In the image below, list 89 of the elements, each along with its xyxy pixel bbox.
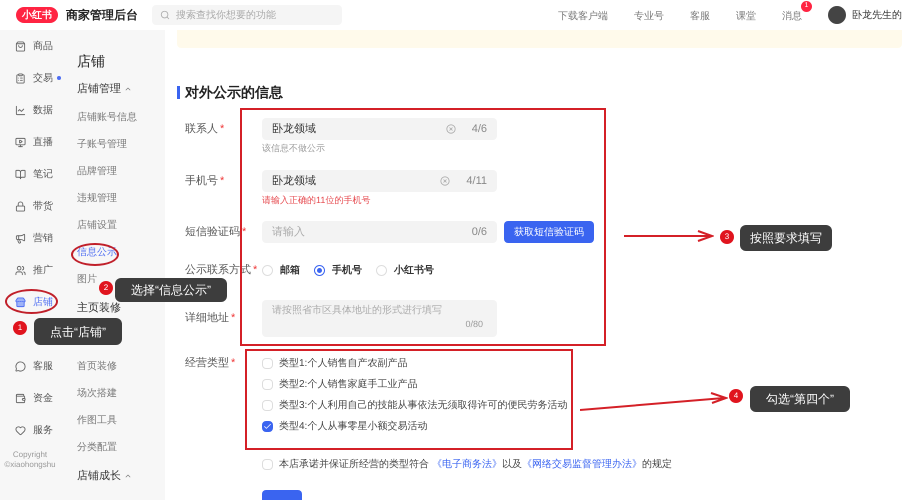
user-name[interactable]: 卧龙先生的 bbox=[852, 8, 902, 22]
nav-item[interactable]: 客服 bbox=[33, 358, 53, 374]
submenu-item[interactable]: 店铺账号信息 bbox=[77, 110, 137, 125]
checkbox-label: 类型2:个人销售家庭手工业产品 bbox=[279, 378, 418, 392]
field-label: 详细地址 bbox=[185, 311, 229, 326]
submenu-item[interactable]: 店铺设置 bbox=[77, 218, 117, 233]
nav-link[interactable]: 客服 bbox=[690, 11, 710, 22]
submenu-item[interactable]: 违规管理 bbox=[77, 191, 117, 206]
radio-label: 邮箱 bbox=[280, 264, 300, 278]
step-badge: 1 bbox=[13, 321, 27, 335]
required-mark: * bbox=[220, 122, 224, 137]
field-label: 手机号 bbox=[185, 174, 218, 189]
nav-item[interactable]: 营销 bbox=[33, 230, 53, 246]
highlight-ring bbox=[5, 289, 58, 314]
required-mark: * bbox=[253, 262, 258, 278]
error-text: 请输入正确的11位的手机号 bbox=[262, 194, 370, 208]
callout-bubble: 按照要求填写 bbox=[740, 225, 832, 251]
submenu-item[interactable]: 子账号管理 bbox=[77, 137, 127, 152]
law-link[interactable]: 《网络交易监督管理办法》 bbox=[522, 458, 642, 470]
address-textarea[interactable]: 请按照省市区具体地址的形式进行填写 0/80 bbox=[262, 300, 497, 337]
submenu-group[interactable]: 店铺管理 bbox=[77, 80, 121, 98]
text-field[interactable]: 卧龙领域 4/11 bbox=[262, 170, 497, 192]
highlight-ring bbox=[71, 243, 119, 266]
char-count: 0/6 bbox=[472, 224, 487, 240]
submenu-title: 店铺 bbox=[77, 52, 105, 71]
nav-item[interactable]: 推广 bbox=[33, 262, 53, 278]
nav-link[interactable]: 课堂 bbox=[736, 11, 756, 22]
get-code-button[interactable]: 获取短信验证码 bbox=[504, 221, 594, 243]
agreement-text: 本店承诺并保证所经营的类型符合 《电子商务法》以及《网络交易监督管理办法》的规定 bbox=[279, 458, 672, 472]
nav-item[interactable]: 交易 bbox=[33, 70, 53, 86]
avatar[interactable] bbox=[828, 6, 846, 24]
char-count: 4/6 bbox=[472, 122, 487, 137]
checkbox-label: 类型3:个人利用自己的技能从事依法无须取得许可的便民劳务活动 bbox=[279, 398, 568, 413]
char-count: 0/80 bbox=[465, 318, 483, 331]
checkbox-label: 类型4:个人从事零星小额交易活动 bbox=[279, 420, 428, 434]
text-field[interactable]: 请输入 0/6 bbox=[262, 221, 497, 243]
field-value: 卧龙领域 bbox=[272, 174, 317, 189]
radio-label: 手机号 bbox=[332, 264, 362, 278]
field-label: 经营类型 bbox=[185, 356, 229, 372]
copyright-text: ©xiaohongshu bbox=[4, 460, 56, 470]
submenu-item[interactable]: 首页装修 bbox=[77, 359, 117, 374]
submenu-item[interactable]: 分类配置 bbox=[77, 440, 117, 455]
submenu-item[interactable]: 图片 bbox=[77, 272, 97, 287]
nav-item[interactable]: 店铺 bbox=[33, 294, 53, 310]
app-title: 商家管理后台 bbox=[66, 7, 138, 24]
field-value: 卧龙领域 bbox=[272, 122, 317, 137]
field-placeholder: 请输入 bbox=[272, 224, 306, 240]
nav-link[interactable]: 下载客户端 bbox=[558, 11, 608, 22]
required-mark: * bbox=[220, 174, 224, 189]
callout-bubble: 点击“店铺” bbox=[34, 318, 122, 345]
char-count: 4/11 bbox=[466, 174, 487, 189]
radio-label: 小红书号 bbox=[394, 264, 434, 278]
search-icon bbox=[160, 10, 170, 20]
title-accent bbox=[177, 86, 180, 98]
section-title: 对外公示的信息 bbox=[185, 82, 283, 102]
clear-icon[interactable] bbox=[440, 176, 450, 186]
required-mark: * bbox=[242, 224, 246, 240]
checkbox[interactable] bbox=[262, 421, 273, 432]
nav-item[interactable]: 带货 bbox=[33, 198, 53, 214]
clear-icon[interactable] bbox=[446, 124, 456, 134]
nav-item[interactable]: 资金 bbox=[33, 390, 53, 406]
copyright-text: Copyright bbox=[12, 450, 48, 460]
callout-bubble: 选择“信息公示” bbox=[115, 278, 227, 302]
logo[interactable]: 小红书 bbox=[16, 7, 58, 23]
nav-item[interactable]: 商品 bbox=[33, 38, 53, 54]
nav-item[interactable]: 直播 bbox=[33, 134, 53, 150]
search-placeholder: 搜索查找你想要的功能 bbox=[176, 8, 276, 22]
nav-link[interactable]: 专业号 bbox=[634, 11, 664, 22]
submenu-item[interactable]: 场次搭建 bbox=[77, 386, 117, 401]
nav-item[interactable]: 服务 bbox=[33, 422, 53, 438]
submenu-group[interactable]: 店铺成长 bbox=[77, 468, 121, 484]
submenu-item[interactable]: 品牌管理 bbox=[77, 164, 117, 179]
law-link[interactable]: 《电子商务法》 bbox=[432, 458, 502, 470]
field-label: 短信验证码 bbox=[185, 224, 240, 240]
textarea-placeholder: 请按照省市区具体地址的形式进行填写 bbox=[272, 304, 443, 318]
radio-button[interactable] bbox=[314, 264, 325, 276]
nav-item[interactable]: 数据 bbox=[33, 102, 53, 118]
submenu-group[interactable]: 主页装修 bbox=[77, 300, 121, 316]
callout-bubble: 勾选“第四个” bbox=[750, 386, 850, 412]
checkbox-label: 类型1:个人销售自产农副产品 bbox=[279, 356, 408, 371]
text-field[interactable]: 卧龙领域 4/6 bbox=[262, 118, 497, 140]
help-text: 该信息不做公示 bbox=[262, 142, 325, 156]
nav-item[interactable]: 笔记 bbox=[33, 166, 53, 182]
nav-link[interactable]: 消息 bbox=[782, 11, 802, 22]
step-badge: 2 bbox=[99, 281, 113, 295]
field-label: 联系人 bbox=[185, 122, 218, 137]
submenu-item[interactable]: 作图工具 bbox=[77, 413, 117, 428]
required-mark: * bbox=[231, 311, 236, 326]
required-mark: * bbox=[231, 356, 236, 372]
